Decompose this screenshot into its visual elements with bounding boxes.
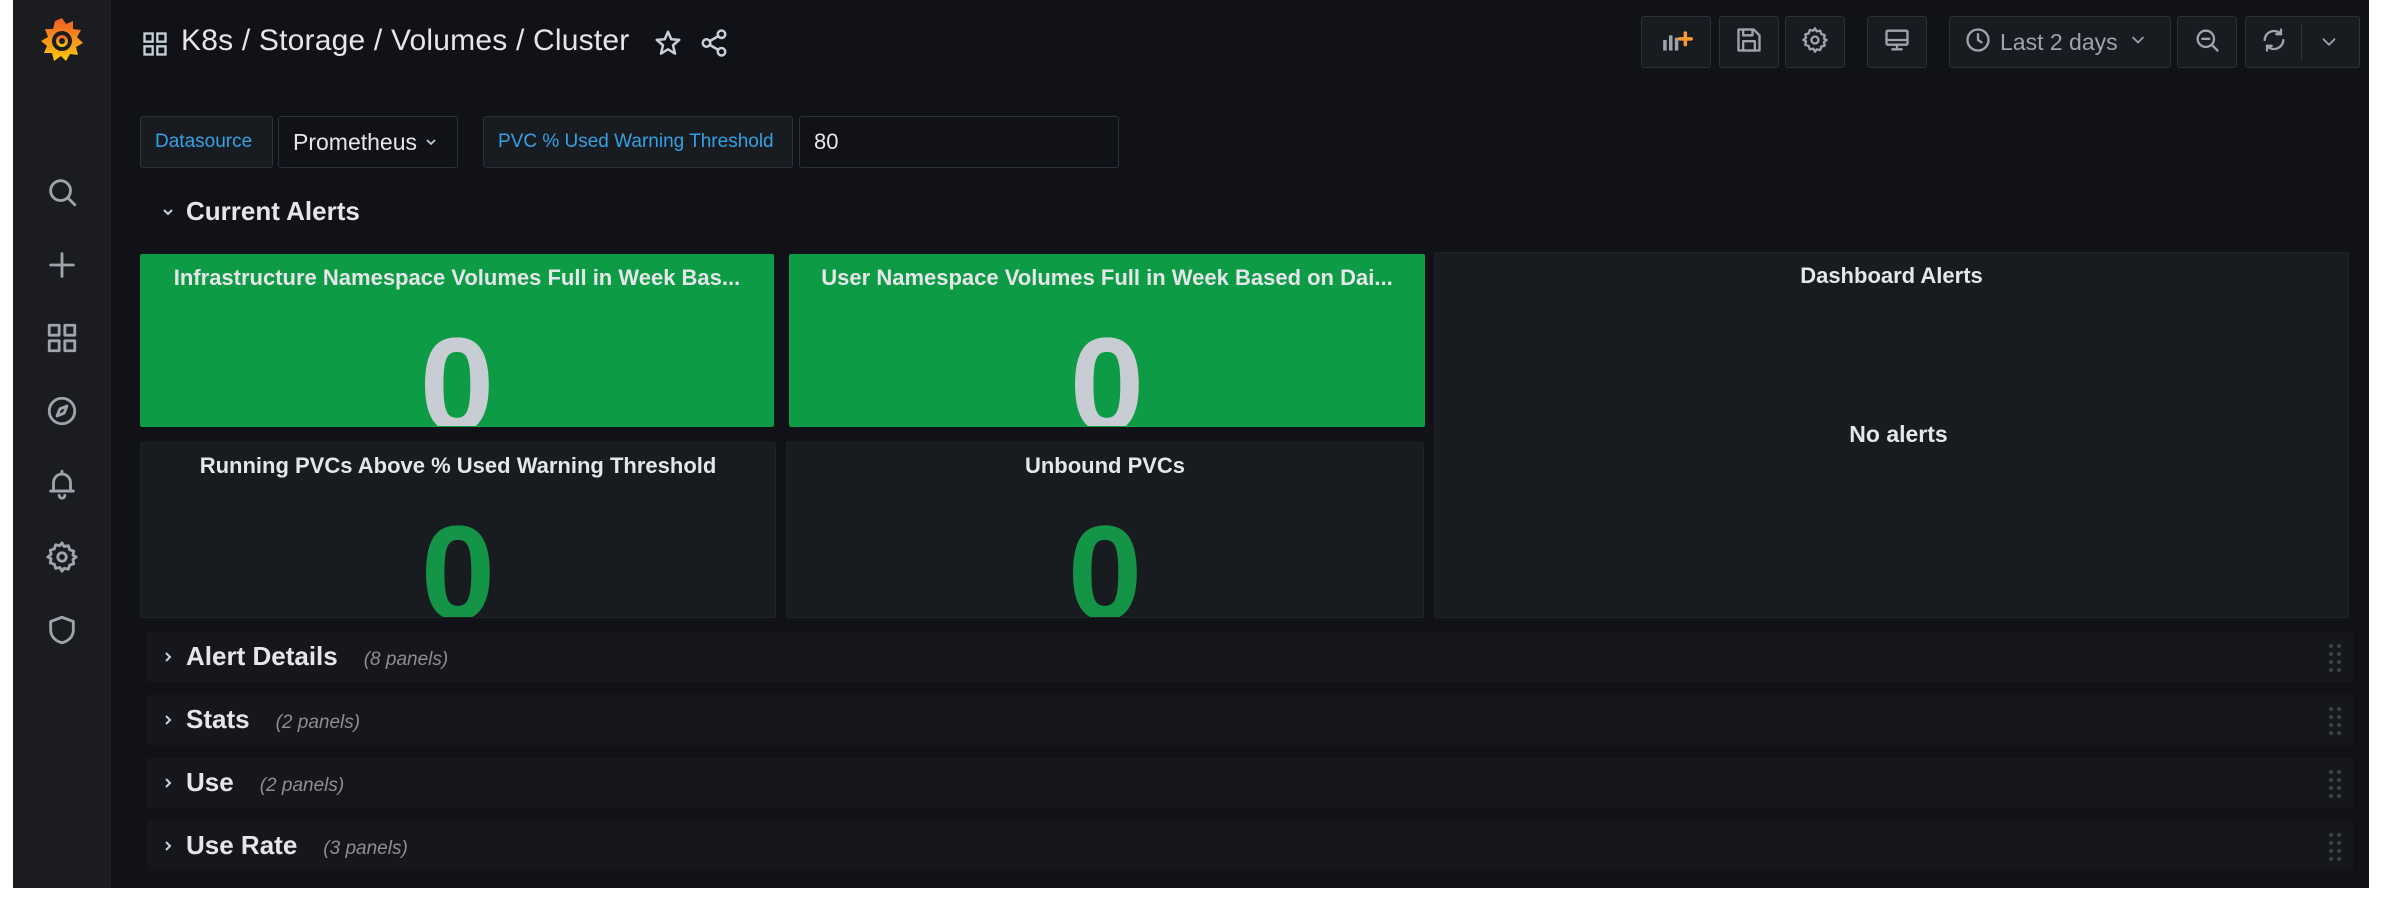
refresh-interval-chevron-icon[interactable] xyxy=(2318,31,2340,58)
configuration-gear-icon[interactable] xyxy=(42,537,82,577)
drag-handle-icon[interactable] xyxy=(2327,705,2343,737)
server-admin-shield-icon[interactable] xyxy=(42,610,82,650)
clock-icon xyxy=(1964,26,1992,59)
row-title: Use xyxy=(186,767,234,797)
dashboard-navbar: K8s / Storage / Volumes / Cluster Last 2… xyxy=(111,0,2369,86)
row-header: Alert Details (8 panels) xyxy=(160,641,448,672)
row-header: Use (2 panels) xyxy=(160,767,344,798)
time-range-label: Last 2 days xyxy=(2000,28,2118,55)
unbound-pvcs-panel[interactable]: Unbound PVCs 0 xyxy=(786,442,1424,618)
running-pvcs-threshold-panel[interactable]: Running PVCs Above % Used Warning Thresh… xyxy=(140,442,776,618)
use-row[interactable]: Use (2 panels) xyxy=(147,758,2353,808)
save-icon xyxy=(1735,26,1763,59)
time-range-picker[interactable]: Last 2 days xyxy=(1949,16,2171,68)
create-plus-icon[interactable] xyxy=(42,245,82,285)
chevron-right-icon xyxy=(160,834,176,860)
cycle-view-mode-button[interactable] xyxy=(1867,16,1927,68)
row-title: Use Rate xyxy=(186,830,298,860)
stat-value: 0 xyxy=(1069,311,1145,427)
panel-count: (2 panels) xyxy=(275,712,361,733)
drag-handle-icon[interactable] xyxy=(2327,831,2343,863)
infra-volumes-full-panel[interactable]: Infrastructure Namespace Volumes Full in… xyxy=(140,254,774,427)
alerting-bell-icon[interactable] xyxy=(42,464,82,504)
panel-count: (8 panels) xyxy=(363,649,449,670)
panel-count: (2 panels) xyxy=(259,775,345,796)
panel-title: Running PVCs Above % Used Warning Thresh… xyxy=(199,453,717,478)
refresh-button-group xyxy=(2245,16,2360,68)
chevron-down-icon xyxy=(423,134,439,150)
row-title: Stats xyxy=(186,704,250,734)
threshold-variable-input[interactable]: 80 xyxy=(799,116,1119,168)
datasource-variable-label: Datasource xyxy=(140,116,273,168)
threshold-variable-label: PVC % Used Warning Threshold xyxy=(483,116,793,168)
panel-title: Unbound PVCs xyxy=(1024,453,1186,478)
dashboard-grid-icon xyxy=(141,30,169,58)
refresh-icon[interactable] xyxy=(2260,26,2288,59)
row-header: Stats (2 panels) xyxy=(160,704,360,735)
panel-count: (3 panels) xyxy=(323,838,408,859)
dashboard-alerts-panel[interactable]: Dashboard Alerts No alerts xyxy=(1434,252,2349,618)
panel-title: Infrastructure Namespace Volumes Full in… xyxy=(173,265,741,290)
stats-row[interactable]: Stats (2 panels) xyxy=(147,695,2353,745)
datasource-value: Prometheus xyxy=(293,128,418,155)
chevron-right-icon xyxy=(160,645,176,671)
row-title: Alert Details xyxy=(186,641,338,671)
drag-handle-icon[interactable] xyxy=(2327,768,2343,800)
drag-handle-icon[interactable] xyxy=(2327,642,2343,674)
grafana-logo-icon[interactable] xyxy=(38,16,86,66)
datasource-variable-select[interactable]: Prometheus xyxy=(278,116,458,168)
stat-value: 0 xyxy=(419,311,495,427)
chevron-down-icon xyxy=(160,200,176,226)
add-panel-icon xyxy=(1659,26,1693,59)
sidebar xyxy=(13,0,111,888)
save-dashboard-button[interactable] xyxy=(1719,16,1779,68)
user-volumes-full-panel[interactable]: User Namespace Volumes Full in Week Base… xyxy=(789,254,1425,427)
panel-title: User Namespace Volumes Full in Week Base… xyxy=(821,265,1393,290)
chevron-right-icon xyxy=(160,771,176,797)
panel-title: Dashboard Alerts xyxy=(1800,263,1983,288)
row-title: Current Alerts xyxy=(186,196,360,226)
alert-details-row[interactable]: Alert Details (8 panels) xyxy=(147,632,2353,682)
dashboards-grid-icon[interactable] xyxy=(42,318,82,358)
gear-icon xyxy=(1801,26,1829,59)
add-panel-button[interactable] xyxy=(1641,16,1711,68)
zoom-out-icon xyxy=(2193,26,2221,59)
current-alerts-row-header[interactable]: Current Alerts xyxy=(160,196,360,227)
chevron-down-icon xyxy=(2128,30,2148,55)
dashboard-settings-button[interactable] xyxy=(1785,16,1845,68)
stat-value: 0 xyxy=(420,499,496,618)
monitor-icon xyxy=(1883,26,1911,59)
grafana-app: K8s / Storage / Volumes / Cluster Last 2… xyxy=(13,0,2369,888)
star-icon[interactable] xyxy=(653,28,685,60)
no-alerts-text: No alerts xyxy=(1849,421,1948,447)
use-rate-row[interactable]: Use Rate (3 panels) xyxy=(147,821,2353,871)
explore-compass-icon[interactable] xyxy=(42,391,82,431)
zoom-out-button[interactable] xyxy=(2177,16,2237,68)
search-icon[interactable] xyxy=(42,172,82,212)
row-header: Use Rate (3 panels) xyxy=(160,830,408,861)
stat-value: 0 xyxy=(1067,499,1143,618)
share-icon[interactable] xyxy=(699,28,731,60)
dashboard-title[interactable]: K8s / Storage / Volumes / Cluster xyxy=(181,24,629,58)
chevron-right-icon xyxy=(160,708,176,734)
